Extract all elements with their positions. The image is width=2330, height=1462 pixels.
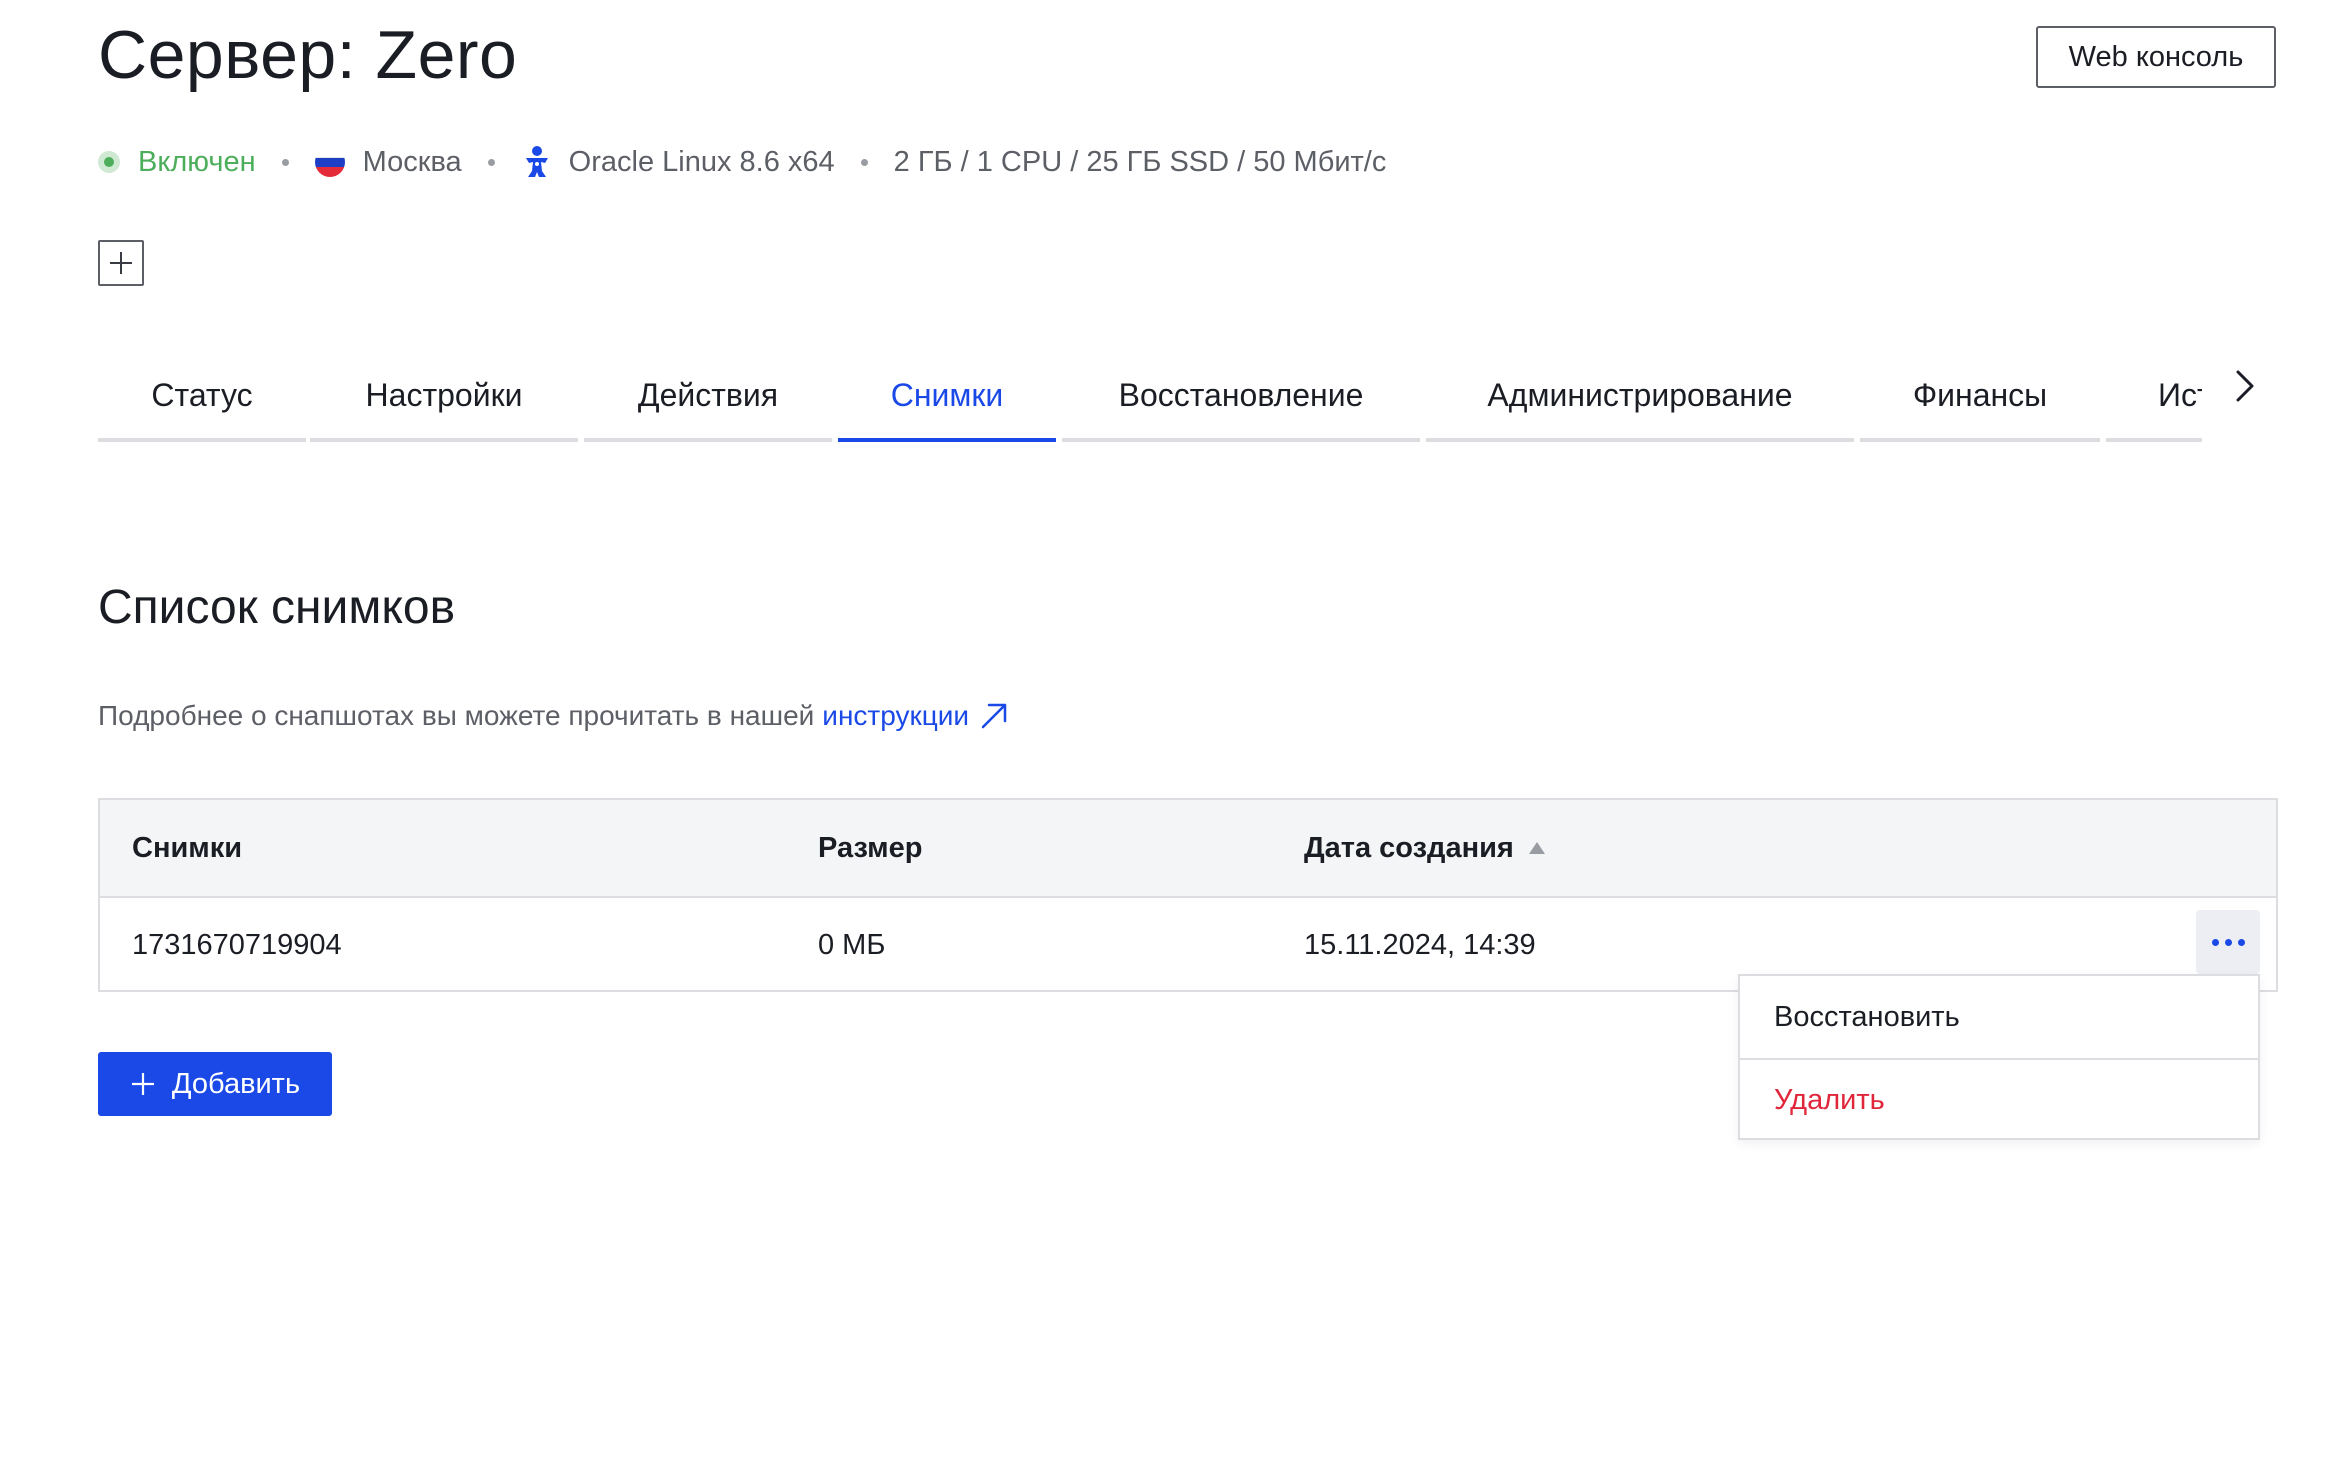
- snapshot-size: 0 МБ: [818, 928, 886, 961]
- tab-snapshots[interactable]: Снимки: [838, 352, 1056, 442]
- sort-ascending-icon: [1528, 842, 1545, 854]
- server-meta: Включен Москва Oracle Linux 8.6 x64 2 ГБ…: [98, 140, 1386, 184]
- tabs-scroll-right-button[interactable]: [2224, 362, 2264, 410]
- column-header-created[interactable]: Дата создания: [1304, 800, 1546, 896]
- more-dot-icon: [2224, 938, 2232, 946]
- tab-status[interactable]: Статус: [98, 352, 306, 442]
- column-header-size: Размер: [818, 831, 923, 864]
- separator-dot: [487, 158, 495, 166]
- add-snapshot-button[interactable]: Добавить: [98, 1052, 332, 1116]
- oracle-linux-icon: [525, 146, 548, 177]
- server-os: Oracle Linux 8.6 x64: [521, 145, 835, 179]
- menu-item-delete[interactable]: Удалить: [1740, 1058, 2258, 1140]
- server-status: Включен: [98, 146, 256, 179]
- separator-dot: [281, 158, 289, 166]
- more-dot-icon: [2211, 938, 2219, 946]
- tab-actions[interactable]: Действия: [584, 352, 832, 442]
- page-title: Сервер: Zero: [98, 17, 518, 93]
- tab-recovery[interactable]: Восстановление: [1062, 352, 1420, 442]
- column-header-created-label: Дата создания: [1304, 831, 1514, 864]
- tab-settings[interactable]: Настройки: [310, 352, 578, 442]
- table-header: Снимки Размер Дата создания: [100, 800, 2276, 898]
- specs-text: 2 ГБ / 1 CPU / 25 ГБ SSD / 50 Мбит/с: [893, 145, 1387, 178]
- snapshots-table: Снимки Размер Дата создания 173167071990…: [98, 798, 2278, 992]
- server-specs: 2 ГБ / 1 CPU / 25 ГБ SSD / 50 Мбит/с: [894, 146, 1387, 179]
- row-actions-button[interactable]: [2196, 910, 2260, 974]
- menu-item-restore[interactable]: Восстановить: [1740, 976, 2258, 1058]
- os-text: Oracle Linux 8.6 x64: [568, 145, 835, 178]
- server-location: Москва: [314, 145, 462, 179]
- instruction-link-text: инструкции: [822, 700, 970, 731]
- plus-icon: [131, 1073, 154, 1095]
- tab-history[interactable]: История: [2106, 352, 2202, 442]
- column-header-snapshots: Снимки: [132, 831, 243, 864]
- russia-flag-icon: [314, 147, 345, 177]
- hint-body: Подробнее о снапшотах вы можете прочитат…: [98, 700, 815, 731]
- snapshot-name: 1731670719904: [132, 928, 342, 961]
- status-text: Включен: [138, 145, 256, 178]
- separator-dot: [860, 158, 868, 166]
- external-link-icon: [981, 703, 1007, 729]
- web-console-button[interactable]: Web консоль: [2036, 26, 2276, 88]
- more-dot-icon: [2237, 938, 2245, 946]
- section-title: Список снимков: [98, 581, 456, 634]
- hint-text: Подробнее о снапшотах вы можете прочитат…: [98, 700, 1009, 732]
- row-actions-menu: Восстановить Удалить: [1738, 974, 2260, 1140]
- chevron-right-icon: [2236, 370, 2254, 402]
- tab-bar: Статус Настройки Действия Снимки Восстан…: [98, 352, 2202, 442]
- location-text: Москва: [362, 145, 462, 178]
- snapshot-created: 15.11.2024, 14:39: [1304, 928, 1536, 961]
- tab-administration[interactable]: Администрирование: [1426, 352, 1854, 442]
- add-tag-button[interactable]: [98, 240, 144, 286]
- status-dot-icon: [98, 151, 120, 173]
- add-snapshot-label: Добавить: [171, 1067, 301, 1100]
- instruction-link[interactable]: инструкции: [822, 700, 1009, 732]
- tab-finance[interactable]: Финансы: [1860, 352, 2100, 442]
- plus-icon: [110, 252, 132, 274]
